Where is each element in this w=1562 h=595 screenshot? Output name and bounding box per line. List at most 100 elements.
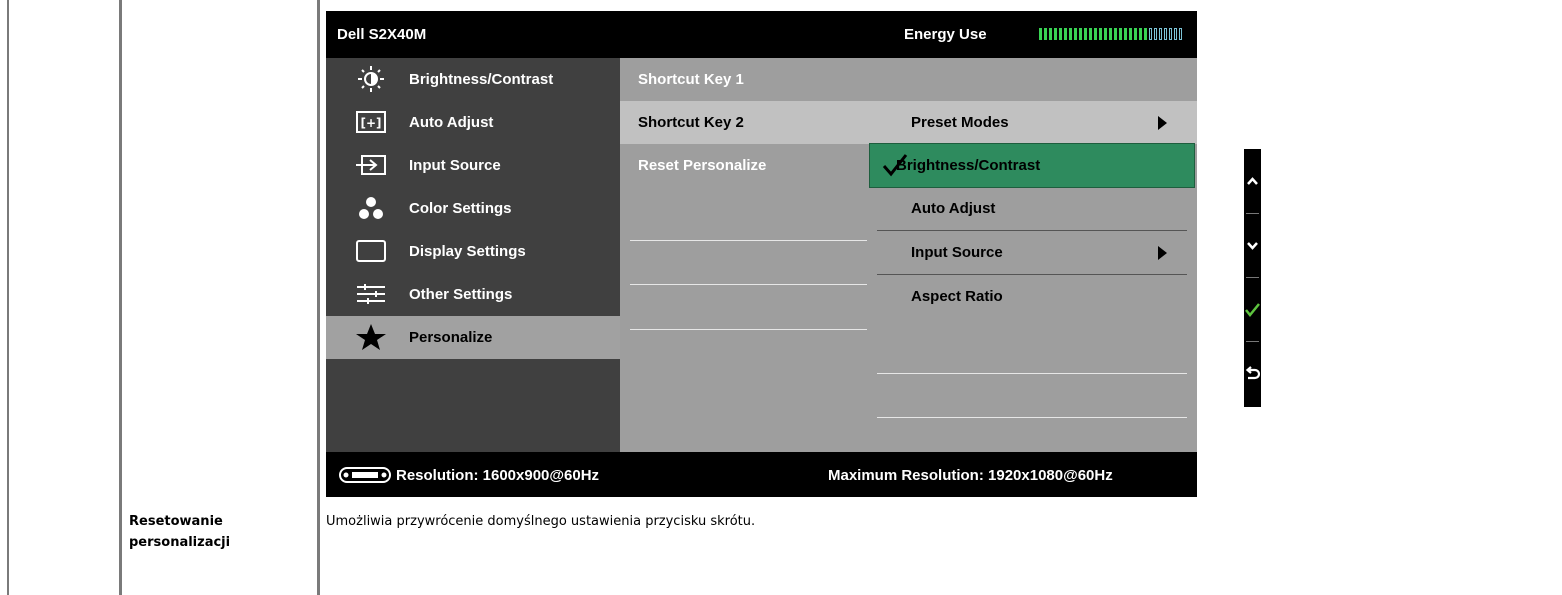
menu-item-color-settings[interactable]: Color Settings <box>326 187 620 230</box>
energy-meter-segment <box>1094 28 1097 40</box>
energy-meter-segment <box>1069 28 1072 40</box>
svg-text:[+]: [+] <box>360 116 381 130</box>
energy-meter-segment <box>1089 28 1092 40</box>
menu-item-label: Other Settings <box>409 286 513 303</box>
energy-meter-segment <box>1139 28 1142 40</box>
current-resolution: Resolution: 1600x900@60Hz <box>396 467 600 484</box>
energy-meter-segment <box>1044 28 1047 40</box>
setting-description: Umożliwia przywrócenie domyślnego ustawi… <box>326 514 756 529</box>
monitor-button-bar <box>1244 149 1261 407</box>
energy-meter-segment <box>1164 28 1167 40</box>
option-brightness-contrast[interactable]: Brightness/Contrast <box>869 143 1195 188</box>
energy-meter-segment <box>1039 28 1042 40</box>
submenu-divider <box>630 240 867 241</box>
osd-screenshot: Dell S2X40M Energy Use Brightness/Contra… <box>326 11 1197 497</box>
setting-name-line2: personalizacji <box>129 535 231 550</box>
menu-item-label: Display Settings <box>409 243 526 260</box>
energy-meter-segment <box>1054 28 1057 40</box>
input-source-icon <box>356 155 386 175</box>
other-settings-icon <box>357 284 385 304</box>
energy-use-label: Energy Use <box>904 26 987 43</box>
option-label: Auto Adjust <box>911 200 996 217</box>
chevron-down-icon <box>1247 241 1258 250</box>
star-icon <box>356 324 386 350</box>
color-settings-icon <box>359 197 383 219</box>
submenu-item-label: Shortcut Key 1 <box>638 71 744 88</box>
energy-meter-segment <box>1114 28 1117 40</box>
submenu-item-shortcut-key-1[interactable]: Shortcut Key 1 <box>620 58 877 101</box>
menu-item-auto-adjust[interactable]: [+] Auto Adjust <box>326 101 620 144</box>
check-icon <box>1245 302 1260 317</box>
energy-meter-segment <box>1174 28 1177 40</box>
submenu-item-reset-personalize[interactable]: Reset Personalize <box>620 144 877 187</box>
vga-connector-icon <box>339 467 391 483</box>
option-preset-modes[interactable]: Preset Modes <box>877 101 1187 144</box>
menu-item-brightness-contrast[interactable]: Brightness/Contrast <box>326 58 620 101</box>
back-button[interactable] <box>1244 341 1261 405</box>
energy-meter-segment <box>1149 28 1152 40</box>
energy-meter-segment <box>1064 28 1067 40</box>
down-button[interactable] <box>1244 213 1261 277</box>
option-label: Brightness/Contrast <box>896 157 1041 174</box>
menu-item-label: Color Settings <box>409 200 512 217</box>
arrow-right-icon <box>1158 246 1167 260</box>
option-label: Preset Modes <box>911 114 1009 131</box>
energy-meter-segment <box>1109 28 1112 40</box>
main-menu: Brightness/Contrast [+] Auto Adjust Inpu… <box>326 58 620 452</box>
submenu-divider <box>630 329 867 330</box>
options-divider <box>877 373 1187 374</box>
energy-meter-segment <box>1124 28 1127 40</box>
back-icon <box>1245 365 1260 379</box>
setting-name: Resetowanie personalizacji <box>129 511 230 553</box>
auto-adjust-icon: [+] <box>356 111 386 133</box>
chevron-up-icon <box>1247 176 1258 185</box>
energy-meter-segment <box>1129 28 1132 40</box>
up-button[interactable] <box>1244 149 1261 213</box>
energy-meter-segment <box>1154 28 1157 40</box>
display-settings-icon <box>356 240 386 262</box>
option-input-source[interactable]: Input Source <box>877 231 1187 274</box>
brightness-icon <box>358 66 384 92</box>
energy-meter-segment <box>1059 28 1062 40</box>
submenu-item-shortcut-key-2[interactable]: Shortcut Key 2 <box>620 101 877 144</box>
menu-item-input-source[interactable]: Input Source <box>326 144 620 187</box>
energy-meter-segment <box>1144 28 1147 40</box>
submenu-item-label: Reset Personalize <box>638 157 767 174</box>
option-aspect-ratio[interactable]: Aspect Ratio <box>877 275 1187 318</box>
table-border-left <box>7 0 9 595</box>
menu-item-label: Brightness/Contrast <box>409 71 554 88</box>
menu-item-label: Auto Adjust <box>409 114 494 131</box>
energy-meter-segment <box>1179 28 1182 40</box>
table-border-left-inner <box>119 0 122 595</box>
energy-meter-segment <box>1104 28 1107 40</box>
option-auto-adjust[interactable]: Auto Adjust <box>877 187 1187 230</box>
osd-header: Dell S2X40M Energy Use <box>326 11 1197 58</box>
menu-item-personalize[interactable]: Personalize <box>326 316 620 359</box>
energy-meter-segment <box>1159 28 1162 40</box>
energy-meter-segment <box>1049 28 1052 40</box>
osd-footer: Resolution: 1600x900@60Hz Maximum Resolu… <box>326 452 1197 497</box>
maximum-resolution: Maximum Resolution: 1920x1080@60Hz <box>828 467 1113 484</box>
submenu: Shortcut Key 1 Shortcut Key 2 Reset Pers… <box>620 58 877 452</box>
option-label: Input Source <box>911 244 1003 261</box>
energy-meter-segment <box>1074 28 1077 40</box>
menu-item-other-settings[interactable]: Other Settings <box>326 273 620 316</box>
energy-meter-segment <box>1134 28 1137 40</box>
menu-item-label: Input Source <box>409 157 501 174</box>
submenu-item-label: Shortcut Key 2 <box>638 114 744 131</box>
table-border-mid <box>317 0 320 595</box>
model-name: Dell S2X40M <box>337 26 427 43</box>
options-divider <box>877 417 1187 418</box>
arrow-right-icon <box>1158 116 1167 130</box>
energy-meter-segment <box>1079 28 1082 40</box>
submenu-divider <box>630 284 867 285</box>
setting-name-line1: Resetowanie <box>129 514 223 529</box>
energy-meter-segment <box>1084 28 1087 40</box>
energy-meter-segment <box>1169 28 1172 40</box>
options-panel: Preset Modes Brightness/Contrast Auto Ad… <box>869 58 1197 452</box>
confirm-button[interactable] <box>1244 277 1261 341</box>
menu-item-label: Personalize <box>409 329 493 346</box>
option-label: Aspect Ratio <box>911 288 1003 305</box>
menu-item-display-settings[interactable]: Display Settings <box>326 230 620 273</box>
energy-use-meter <box>1039 28 1182 40</box>
